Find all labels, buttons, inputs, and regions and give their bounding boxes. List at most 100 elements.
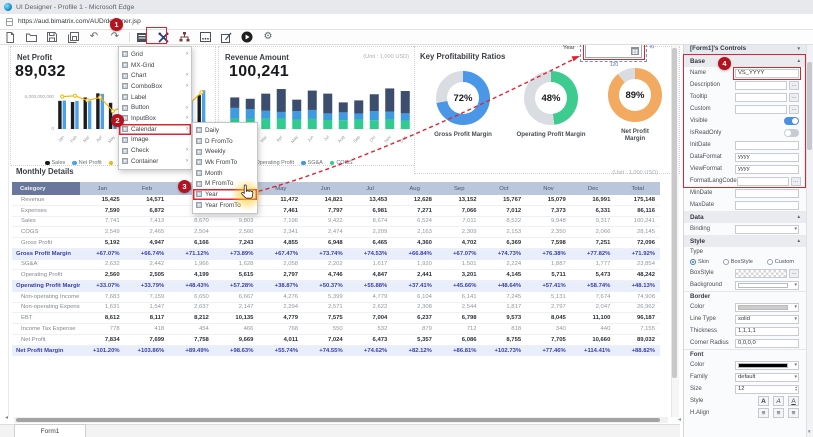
new-file-button[interactable] [2,31,18,44]
calendar-icon[interactable] [631,47,639,55]
property-control-style[interactable]: AAA [756,396,799,406]
thickness-field[interactable]: 1,1,1,1 [735,327,799,336]
open-button[interactable] [23,31,39,44]
ellipsis-button[interactable]: … [789,93,799,102]
color-color-select[interactable]: ▾ [735,303,799,312]
ellipsis-button[interactable]: … [791,177,801,186]
save-button[interactable] [44,31,60,44]
menu-item-weekly[interactable]: Weekly [193,146,257,157]
property-control-size[interactable]: 12▴▾ [735,385,799,394]
section-header-data[interactable]: Data▴ [684,211,806,223]
radio-skin[interactable]: Skin [690,259,709,265]
property-control-h-align[interactable]: ≡ ≡ ≡ [756,408,799,418]
family-select[interactable]: default▾ [735,373,799,382]
menu-item-calendar[interactable]: Calendar› [119,124,191,135]
initdate-field[interactable] [735,141,799,150]
boxstyle-swatch[interactable] [735,269,787,278]
menu-item-grid[interactable]: Grid› [119,49,191,60]
menu-item-d-fromto[interactable]: D FromTo [193,136,257,147]
font-style-button[interactable]: A [788,396,799,406]
custom-field[interactable] [735,105,787,114]
property-control-viewformat[interactable]: yyyy [735,165,799,174]
radio-boxstyle[interactable]: BoxStyle [723,259,753,265]
property-control-corner-radius[interactable]: 0,0,0,0 [735,339,799,348]
mindate-field[interactable] [735,189,799,198]
property-control-name[interactable]: VS_YYYY [735,69,799,78]
dataformat-field[interactable]: yyyy [735,153,799,162]
section-header-base[interactable]: Base▴ [684,55,806,67]
menu-item-label[interactable]: Label [119,92,191,103]
menu-item-check[interactable]: Check› [119,145,191,156]
property-control-dataformat[interactable]: yyyy [735,153,799,162]
font-style-button[interactable]: A [773,396,784,406]
property-control-isreadonly[interactable] [784,129,799,137]
align-button[interactable]: ≡ [758,408,769,418]
section-header-style[interactable]: Style▴ [684,235,806,247]
canvas-vertical-scrollbar-thumb[interactable] [672,48,677,378]
corner-radius-field[interactable]: 0,0,0,0 [735,339,799,348]
scrollbar-left-arrow[interactable]: ◂ [5,414,8,421]
isreadonly-toggle[interactable] [784,129,799,137]
align-button[interactable]: ≡ [788,408,799,418]
components-button[interactable] [155,31,171,44]
menu-item-image[interactable]: Image [119,135,191,146]
property-control-background[interactable]: ▾ [735,281,799,290]
menu-item-button[interactable]: Button› [119,102,191,113]
font-style-button[interactable]: A [758,396,769,406]
property-control-color[interactable]: ▾ [735,303,799,312]
canvas-horizontal-scrollbar-thumb[interactable] [16,418,660,422]
data-panel-button[interactable] [134,31,150,44]
menu-item-wk-fromto[interactable]: Wk FromTo [193,157,257,168]
ellipsis-button[interactable]: … [789,81,799,90]
year-calendar-input[interactable] [585,43,642,58]
code-grid-button[interactable] [197,31,213,44]
align-button[interactable]: ≡ [773,408,784,418]
color-color-select[interactable]: ▾ [735,361,799,370]
edit-button[interactable] [218,31,234,44]
description-field[interactable] [735,81,787,90]
property-control-initdate[interactable] [735,141,799,150]
property-control-thickness[interactable]: 1,1,1,1 [735,327,799,336]
property-control-color[interactable]: ▾ [735,361,799,370]
formatlangcode-field[interactable] [737,177,789,186]
property-control-formatlangcode[interactable]: … [737,177,801,186]
property-control-tooltip[interactable]: … [735,93,799,102]
radio-custom[interactable]: Custom [767,259,794,265]
form1-tab[interactable]: Form1 [14,424,86,437]
line-type-select[interactable]: solid▾ [735,315,799,324]
size-spinner[interactable]: 12▴▾ [735,385,799,394]
property-control-visible[interactable] [784,117,799,125]
run-button[interactable] [239,31,255,44]
menu-item-month[interactable]: Month [193,168,257,179]
scroll-down-icon[interactable]: ▼ [807,429,811,434]
visible-toggle[interactable] [784,117,799,125]
panel-scrollbar-thumb[interactable] [807,62,812,150]
menu-item-chart[interactable]: Chart› [119,70,191,81]
save-all-button[interactable] [65,31,81,44]
property-control-family[interactable]: default▾ [735,373,799,382]
hierarchy-button[interactable] [176,31,192,44]
property-control-custom[interactable]: … [735,105,799,114]
background-color-select[interactable]: ▾ [735,281,799,290]
menu-item-inputbox[interactable]: InputBox› [119,113,191,124]
property-control-description[interactable]: … [735,81,799,90]
property-control-line-type[interactable]: solid▾ [735,315,799,324]
ellipsis-button[interactable]: … [789,269,799,278]
property-control-binding[interactable]: ▾ [735,225,799,234]
property-control-boxstyle[interactable]: … [735,269,799,278]
panel-collapse-arrow[interactable]: ◂ [678,416,681,423]
tooltip-field[interactable] [735,93,787,102]
undo-button[interactable]: ↶ [86,31,102,44]
property-control-maxdate[interactable] [735,201,799,210]
viewformat-field[interactable]: yyyy [735,165,799,174]
binding-select[interactable]: ▾ [735,225,799,234]
menu-item-mx-grid[interactable]: MX-Grid [119,60,191,71]
menu-item-combobox[interactable]: ComboBox› [119,81,191,92]
name-field[interactable]: VS_YYYY [735,69,799,78]
maxdate-field[interactable] [735,201,799,210]
menu-item-daily[interactable]: Daily [193,125,257,136]
property-control-mindate[interactable] [735,189,799,198]
menu-item-container[interactable]: Container› [119,156,191,167]
settings-button[interactable]: ⚙ [260,31,276,44]
ellipsis-button[interactable]: … [789,105,799,114]
